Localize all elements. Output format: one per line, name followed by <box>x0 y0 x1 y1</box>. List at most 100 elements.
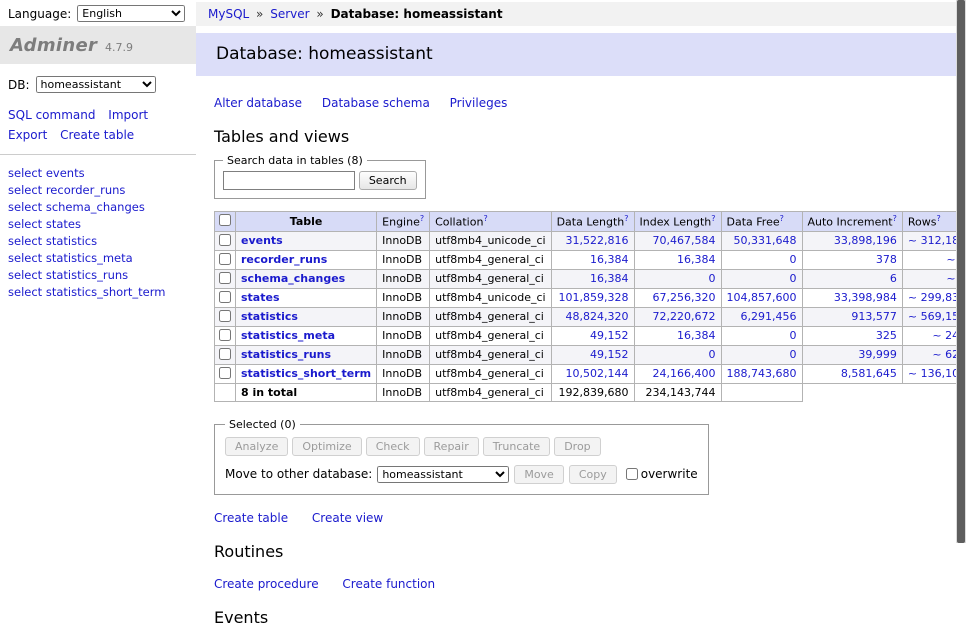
help-link[interactable]: ? <box>936 214 940 223</box>
breadcrumb-server[interactable]: Server <box>270 7 309 21</box>
column-header-data-free[interactable]: Data Free? <box>721 212 802 232</box>
table-link-states[interactable]: states <box>241 291 280 304</box>
cell-data-length-link[interactable]: 10,502,144 <box>566 367 629 380</box>
sidebar-link-select-statistics[interactable]: select statistics <box>8 234 188 248</box>
scrollbar-thumb[interactable] <box>957 0 965 543</box>
table-link-statistics-runs[interactable]: statistics_runs <box>241 348 331 361</box>
move-button[interactable]: Move <box>514 465 564 484</box>
bulk-repair-button[interactable]: Repair <box>424 437 479 456</box>
cell-data-free-link[interactable]: 6,291,456 <box>741 310 797 323</box>
db-action-alter-database[interactable]: Alter database <box>214 96 302 110</box>
cell-index-length-link[interactable]: 72,220,672 <box>653 310 716 323</box>
select-all-checkbox[interactable] <box>219 214 231 226</box>
bulk-drop-button[interactable]: Drop <box>554 437 600 456</box>
row-checkbox[interactable] <box>219 367 231 379</box>
cell-data-length-link[interactable]: 16,384 <box>590 272 629 285</box>
help-link[interactable]: ? <box>711 214 715 223</box>
row-checkbox[interactable] <box>219 234 231 246</box>
row-checkbox[interactable] <box>219 329 231 341</box>
column-header-auto-increment[interactable]: Auto Increment? <box>802 212 902 232</box>
table-link-recorder-runs[interactable]: recorder_runs <box>241 253 327 266</box>
cell-auto-increment-link[interactable]: 6 <box>890 272 897 285</box>
db-action-privileges[interactable]: Privileges <box>450 96 508 110</box>
cell-index-length-link[interactable]: 0 <box>709 272 716 285</box>
table-link-events[interactable]: events <box>241 234 283 247</box>
table-link-statistics-short-term[interactable]: statistics_short_term <box>241 367 371 380</box>
search-button[interactable]: Search <box>359 171 417 190</box>
cell-auto-increment-link[interactable]: 39,999 <box>858 348 897 361</box>
cell-index-length-link[interactable]: 16,384 <box>677 253 716 266</box>
sidebar-link-select-states[interactable]: select states <box>8 217 188 231</box>
cell-index-length-link[interactable]: 67,256,320 <box>653 291 716 304</box>
column-header-engine[interactable]: Engine? <box>377 212 430 232</box>
column-header-index-length[interactable]: Index Length? <box>634 212 721 232</box>
cell-data-free-link[interactable]: 0 <box>790 253 797 266</box>
cell-index-length-link[interactable]: 24,166,400 <box>653 367 716 380</box>
column-header-table[interactable]: Table <box>236 212 377 232</box>
create-link-create-table[interactable]: Create table <box>214 511 288 525</box>
row-checkbox[interactable] <box>219 253 231 265</box>
app-name[interactable]: Adminer <box>10 35 97 56</box>
cell-auto-increment-link[interactable]: 325 <box>876 329 897 342</box>
row-checkbox[interactable] <box>219 310 231 322</box>
table-link-statistics[interactable]: statistics <box>241 310 298 323</box>
copy-button[interactable]: Copy <box>569 465 617 484</box>
cell-index-length-link[interactable]: 0 <box>709 348 716 361</box>
db-select[interactable]: homeassistant <box>36 76 156 93</box>
routine-link-create-procedure[interactable]: Create procedure <box>214 577 319 591</box>
scrollbar[interactable] <box>956 0 966 543</box>
cell-data-free-link[interactable]: 104,857,600 <box>727 291 797 304</box>
cell-data-length-link[interactable]: 16,384 <box>590 253 629 266</box>
cell-index-length-link[interactable]: 16,384 <box>677 329 716 342</box>
help-link[interactable]: ? <box>893 214 897 223</box>
language-select[interactable]: English <box>77 5 185 22</box>
cell-data-length-link[interactable]: 101,859,328 <box>559 291 629 304</box>
cell-data-free-link[interactable]: 0 <box>790 348 797 361</box>
help-link[interactable]: ? <box>420 214 424 223</box>
sidebar-action-import[interactable]: Import <box>108 108 148 122</box>
create-link-create-view[interactable]: Create view <box>312 511 383 525</box>
help-link[interactable]: ? <box>780 214 784 223</box>
sidebar-action-sql-command[interactable]: SQL command <box>8 108 95 122</box>
row-checkbox[interactable] <box>219 272 231 284</box>
cell-data-free-link[interactable]: 0 <box>790 329 797 342</box>
cell-data-free-link[interactable]: 50,331,648 <box>734 234 797 247</box>
sidebar-action-export[interactable]: Export <box>8 128 47 142</box>
cell-data-length-link[interactable]: 31,522,816 <box>566 234 629 247</box>
bulk-optimize-button[interactable]: Optimize <box>292 437 361 456</box>
sidebar-action-create-table[interactable]: Create table <box>60 128 134 142</box>
help-link[interactable]: ? <box>624 214 628 223</box>
cell-data-length-link[interactable]: 49,152 <box>590 329 629 342</box>
overwrite-checkbox[interactable] <box>626 468 638 480</box>
cell-data-length-link[interactable]: 49,152 <box>590 348 629 361</box>
row-checkbox[interactable] <box>219 348 231 360</box>
sidebar-link-select-schema-changes[interactable]: select schema_changes <box>8 200 188 214</box>
sidebar-link-select-statistics-runs[interactable]: select statistics_runs <box>8 268 188 282</box>
cell-data-free-link[interactable]: 188,743,680 <box>727 367 797 380</box>
sidebar-link-select-events[interactable]: select events <box>8 166 188 180</box>
bulk-check-button[interactable]: Check <box>366 437 420 456</box>
column-header-data-length[interactable]: Data Length? <box>551 212 634 232</box>
move-db-select[interactable]: homeassistant <box>377 466 509 483</box>
table-link-schema-changes[interactable]: schema_changes <box>241 272 345 285</box>
table-link-statistics-meta[interactable]: statistics_meta <box>241 329 335 342</box>
sidebar-link-select-statistics-meta[interactable]: select statistics_meta <box>8 251 188 265</box>
breadcrumb-mysql[interactable]: MySQL <box>208 7 249 21</box>
cell-auto-increment-link[interactable]: 378 <box>876 253 897 266</box>
routine-link-create-function[interactable]: Create function <box>342 577 435 591</box>
cell-auto-increment-link[interactable]: 8,581,645 <box>841 367 897 380</box>
cell-auto-increment-link[interactable]: 913,577 <box>851 310 897 323</box>
bulk-truncate-button[interactable]: Truncate <box>483 437 550 456</box>
cell-data-free-link[interactable]: 0 <box>790 272 797 285</box>
bulk-analyze-button[interactable]: Analyze <box>225 437 288 456</box>
sidebar-link-select-recorder-runs[interactable]: select recorder_runs <box>8 183 188 197</box>
search-input[interactable] <box>223 171 355 190</box>
row-checkbox[interactable] <box>219 291 231 303</box>
cell-index-length-link[interactable]: 70,467,584 <box>653 234 716 247</box>
help-link[interactable]: ? <box>483 214 487 223</box>
cell-data-length-link[interactable]: 48,824,320 <box>566 310 629 323</box>
cell-auto-increment-link[interactable]: 33,898,196 <box>834 234 897 247</box>
cell-auto-increment-link[interactable]: 33,398,984 <box>834 291 897 304</box>
db-action-database-schema[interactable]: Database schema <box>322 96 430 110</box>
column-header-collation[interactable]: Collation? <box>430 212 551 232</box>
